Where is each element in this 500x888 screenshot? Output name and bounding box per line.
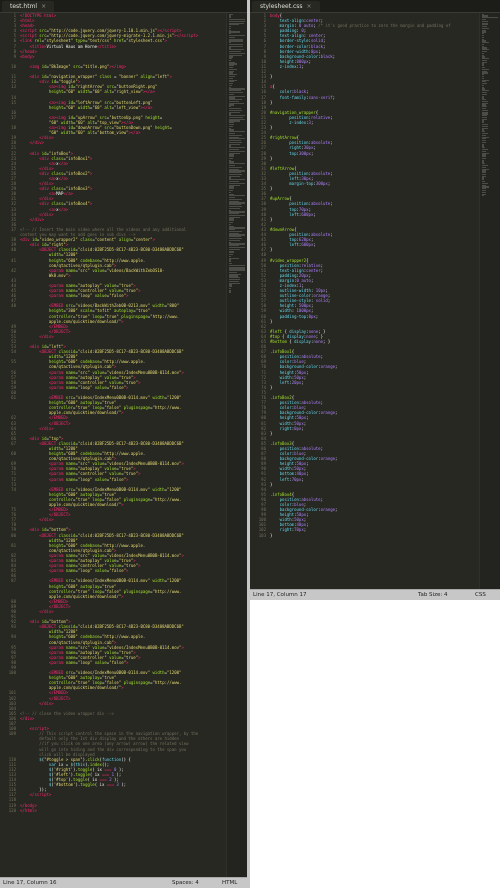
code-area[interactable]: <!DOCTYPE html> <html> <head> <script src="… [20, 13, 225, 813]
minimap-line [229, 40, 243, 42]
minimap-line [229, 45, 243, 47]
code-line[interactable]: </html> [20, 808, 225, 813]
cursor-position: Line 17, Column 16 [3, 880, 57, 886]
editor-pane-html[interactable]: test.html × 1 2 3 4 5 6 7 8 9 10 11 12 13 14 15 16 17 18 19… [0, 0, 247, 888]
tab-bar: test.html × [0, 0, 247, 13]
tab-label: test.html [10, 3, 38, 10]
code-line[interactable]: } [270, 533, 478, 538]
status-bar: Line 17, Column 16 Spaces: 4 HTML [0, 877, 247, 888]
tab-test-html[interactable]: test.html × [2, 1, 55, 12]
tab-label: stylesheet.css [260, 3, 303, 10]
tab-stylesheet-css[interactable]: stylesheet.css × [252, 1, 320, 12]
indentation-setting[interactable]: Tab Size: 4 [418, 590, 447, 600]
minimap-line [482, 195, 484, 197]
close-icon[interactable]: × [41, 3, 46, 10]
cursor-position: Line 17, Column 17 [253, 592, 307, 598]
close-icon[interactable]: × [307, 3, 312, 10]
minimap[interactable] [479, 13, 500, 590]
line-number: 120 [8, 807, 16, 813]
tab-bar: stylesheet.css × [250, 0, 500, 13]
line-number-gutter: 1 2 3 4 5 6 7 8 9 10 11 12 13 14 15 16 17 18 19 20 21 22 23 24 2… [250, 13, 268, 538]
code-area[interactable]: body{ text-align:center; margin: 0 auto;… [270, 13, 478, 538]
line-number: 103 [258, 532, 266, 538]
minimap-line [229, 291, 231, 293]
editor-pane-css[interactable]: stylesheet.css × 1 2 3 4 5 6 7 8 9 10 11 12 13 14 15 16 1… [250, 0, 500, 600]
status-bar: Line 17, Column 17 Tab Size: 4 CSS [250, 589, 500, 600]
syntax-mode[interactable]: CSS [475, 590, 486, 600]
indentation-setting[interactable]: Spaces: 4 [172, 878, 199, 888]
syntax-mode[interactable]: HTML [222, 878, 237, 888]
line-number-gutter: 1 2 3 4 5 6 7 8 9 10 11 12 13 14 15 16 17 18 19 20 21 22 23 24 2… [0, 13, 18, 813]
minimap[interactable] [226, 13, 247, 878]
